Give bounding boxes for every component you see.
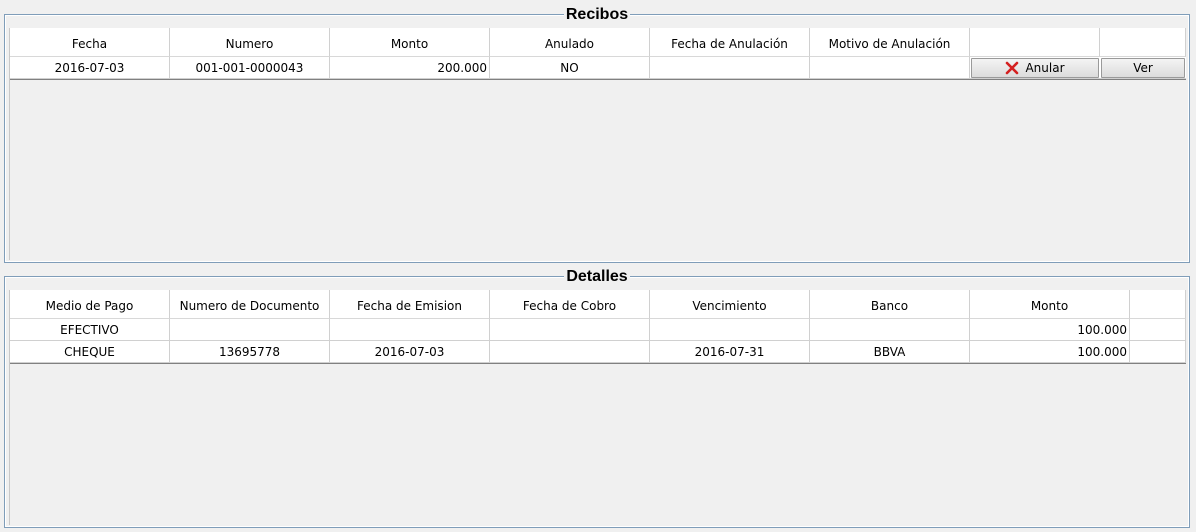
col-header-monto[interactable]: Monto (970, 290, 1130, 319)
detalles-table: Medio de Pago Numero de Documento Fecha … (9, 290, 1186, 525)
cell-numero-documento[interactable]: 13695778 (170, 341, 330, 363)
recibos-title-wrap: Recibos (5, 6, 1189, 24)
col-header-medio-pago[interactable]: Medio de Pago (10, 290, 170, 319)
cell-monto[interactable]: 200.000 (330, 57, 490, 79)
detalles-title: Detalles (564, 268, 630, 285)
cell-banco[interactable] (810, 319, 970, 341)
col-header-extra[interactable] (1130, 290, 1186, 319)
cell-monto[interactable]: 100.000 (970, 341, 1130, 363)
cell-fecha-anulacion[interactable] (650, 57, 810, 79)
col-header-fecha-cobro[interactable]: Fecha de Cobro (490, 290, 650, 319)
cell-monto[interactable]: 100.000 (970, 319, 1130, 341)
cell-vencimiento[interactable] (650, 319, 810, 341)
detalles-header-row: Medio de Pago Numero de Documento Fecha … (10, 290, 1186, 319)
ver-button-label: Ver (1133, 60, 1153, 75)
col-header-numero[interactable]: Numero (170, 28, 330, 57)
col-header-anular[interactable] (970, 28, 1100, 57)
cell-extra[interactable] (1130, 319, 1186, 341)
col-header-ver[interactable] (1100, 28, 1186, 57)
cell-anular: Anular (970, 57, 1100, 79)
cell-motivo-anulacion[interactable] (810, 57, 970, 79)
cell-vencimiento[interactable]: 2016-07-31 (650, 341, 810, 363)
col-header-fecha[interactable]: Fecha (10, 28, 170, 57)
cell-fecha-cobro[interactable] (490, 319, 650, 341)
cell-fecha-emision[interactable] (330, 319, 490, 341)
col-header-vencimiento[interactable]: Vencimiento (650, 290, 810, 319)
table-row[interactable]: EFECTIVO 100.000 (10, 319, 1186, 341)
anular-button-label: Anular (1025, 60, 1065, 75)
recibos-header-row: Fecha Numero Monto Anulado Fecha de Anul… (10, 28, 1186, 57)
col-header-fecha-emision[interactable]: Fecha de Emision (330, 290, 490, 319)
col-header-monto[interactable]: Monto (330, 28, 490, 57)
cell-fecha-emision[interactable]: 2016-07-03 (330, 341, 490, 363)
col-header-banco[interactable]: Banco (810, 290, 970, 319)
red-x-icon (1006, 61, 1019, 74)
recibos-table: Fecha Numero Monto Anulado Fecha de Anul… (9, 28, 1186, 260)
cell-fecha-cobro[interactable] (490, 341, 650, 363)
anular-button[interactable]: Anular (971, 57, 1099, 78)
recibos-title: Recibos (563, 6, 631, 23)
cell-numero-documento[interactable] (170, 319, 330, 341)
cell-fecha[interactable]: 2016-07-03 (10, 57, 170, 79)
detalles-panel: Detalles Medio de Pago Numero de Documen… (4, 268, 1190, 528)
cell-medio-pago[interactable]: EFECTIVO (10, 319, 170, 341)
cell-numero[interactable]: 001-001-0000043 (170, 57, 330, 79)
cell-anulado[interactable]: NO (490, 57, 650, 79)
ver-button[interactable]: Ver (1101, 57, 1185, 78)
detalles-title-wrap: Detalles (5, 268, 1189, 286)
cell-ver: Ver (1100, 57, 1186, 79)
cell-extra[interactable] (1130, 341, 1186, 363)
cell-banco[interactable]: BBVA (810, 341, 970, 363)
table-row[interactable]: CHEQUE 13695778 2016-07-03 2016-07-31 BB… (10, 341, 1186, 364)
recibos-panel: Recibos Fecha Numero Monto Anulado Fecha… (4, 6, 1190, 263)
col-header-motivo-anulacion[interactable]: Motivo de Anulación (810, 28, 970, 57)
col-header-numero-documento[interactable]: Numero de Documento (170, 290, 330, 319)
cell-medio-pago[interactable]: CHEQUE (10, 341, 170, 363)
table-row[interactable]: 2016-07-03 001-001-0000043 200.000 NO An… (10, 57, 1186, 80)
col-header-anulado[interactable]: Anulado (490, 28, 650, 57)
col-header-fecha-anulacion[interactable]: Fecha de Anulación (650, 28, 810, 57)
